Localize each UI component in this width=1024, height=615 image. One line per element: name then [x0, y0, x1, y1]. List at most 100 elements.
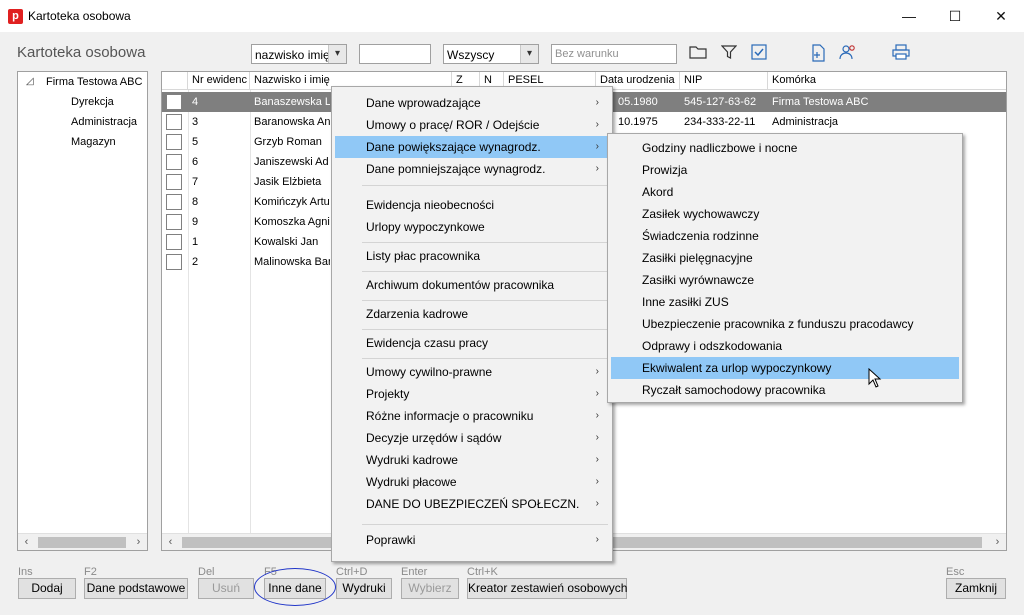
- users-icon[interactable]: [838, 44, 858, 64]
- menu-separator: [362, 185, 608, 186]
- submenu: Godziny nadliczbowe i nocne Prowizja Ako…: [607, 133, 963, 403]
- submenu-item[interactable]: Zasiłki pielęgnacyjne: [611, 247, 959, 269]
- search-field[interactable]: [359, 44, 431, 64]
- close-window-button[interactable]: ✕: [978, 0, 1024, 32]
- row-checkbox[interactable]: [166, 194, 182, 210]
- submenu-item[interactable]: Zasiłek wychowawczy: [611, 203, 959, 225]
- context-menu: Dane wprowadzające › Umowy o pracę/ ROR /…: [331, 86, 613, 562]
- cell-nr: 2: [192, 256, 199, 268]
- menu-item[interactable]: Umowy cywilno-prawne ›: [335, 361, 609, 383]
- filter-icon[interactable]: [719, 44, 739, 64]
- basic-data-button[interactable]: Dane podstawowe: [84, 578, 188, 599]
- tree-item[interactable]: Administracja: [71, 116, 137, 128]
- folder-icon[interactable]: [688, 44, 708, 64]
- menu-item[interactable]: Archiwum dokumentów pracownika: [335, 274, 609, 296]
- menu-item[interactable]: Dane pomniejszające wynagrodz. ›: [335, 158, 609, 180]
- menu-item[interactable]: Ewidencja czasu pracy: [335, 332, 609, 354]
- cell-name: Komoszka Agnie: [254, 216, 330, 228]
- add-button[interactable]: Dodaj: [18, 578, 76, 599]
- column-header-unit[interactable]: Komórka: [768, 72, 1006, 90]
- menu-item[interactable]: Umowy o pracę/ ROR / Odejście ›: [335, 114, 609, 136]
- menu-separator: [362, 271, 608, 272]
- menu-item[interactable]: Poprawki ›: [335, 529, 609, 551]
- menu-item[interactable]: Urlopy wypoczynkowe: [335, 216, 609, 238]
- menu-item[interactable]: Dane wprowadzające ›: [335, 92, 609, 114]
- status-combo[interactable]: Wszyscy ▾: [443, 44, 539, 64]
- collapse-triangle-icon[interactable]: ◿: [26, 76, 34, 87]
- maximize-button[interactable]: ☐: [932, 0, 978, 32]
- menu-item-highlighted[interactable]: Dane powiększające wynagrodz. ›: [335, 136, 609, 158]
- menu-item[interactable]: Zdarzenia kadrowe: [335, 303, 609, 325]
- row-checkbox[interactable]: [166, 134, 182, 150]
- menu-item[interactable]: Różne informacje o pracowniku ›: [335, 405, 609, 427]
- cell-nr: 1: [192, 236, 199, 248]
- submenu-item-highlighted[interactable]: Ekwiwalent za urlop wypoczynkowy: [611, 357, 959, 379]
- menu-item[interactable]: DANE DO UBEZPIECZEŃ SPOŁECZN. ›: [335, 493, 609, 515]
- app-logo-icon: p: [8, 9, 23, 24]
- column-header-nr[interactable]: Nr ewidenc: [188, 72, 250, 90]
- menu-item[interactable]: Wydruki płacowe ›: [335, 471, 609, 493]
- scroll-right-icon[interactable]: ›: [130, 534, 147, 551]
- cell-name: Komińczyk Artur: [254, 196, 330, 208]
- condition-field[interactable]: [551, 44, 677, 64]
- row-checkbox[interactable]: [166, 154, 182, 170]
- scroll-left-icon[interactable]: ‹: [162, 534, 179, 551]
- minimize-button[interactable]: —: [886, 0, 932, 32]
- scroll-thumb[interactable]: [38, 537, 126, 548]
- row-checkbox[interactable]: [166, 114, 182, 130]
- row-checkbox[interactable]: [166, 94, 182, 110]
- cell-name: Malinowska Bar: [254, 256, 330, 268]
- submenu-item[interactable]: Ubezpieczenie pracownika z funduszu prac…: [611, 313, 959, 335]
- column-header-nip[interactable]: NIP: [680, 72, 768, 90]
- condition-input[interactable]: [552, 45, 676, 63]
- scroll-left-icon[interactable]: ‹: [18, 534, 35, 551]
- chevron-down-icon[interactable]: ▾: [520, 45, 538, 63]
- shortcut-label: F2: [84, 566, 97, 578]
- delete-button[interactable]: Usuń: [198, 578, 254, 599]
- cell-name: Baranowska An: [254, 116, 330, 128]
- tree-root-item[interactable]: Firma Testowa ABC: [46, 76, 142, 88]
- report-wizard-button[interactable]: Kreator zestawień osobowych: [467, 578, 627, 599]
- submenu-item[interactable]: Godziny nadliczbowe i nocne: [611, 137, 959, 159]
- submenu-arrow-icon: ›: [595, 388, 599, 399]
- submenu-item[interactable]: Akord: [611, 181, 959, 203]
- menu-item[interactable]: Wydruki kadrowe ›: [335, 449, 609, 471]
- printer-icon[interactable]: [891, 44, 911, 64]
- printouts-button[interactable]: Wydruki: [336, 578, 392, 599]
- cell-nr: 4: [192, 96, 199, 108]
- shortcut-label: Ctrl+K: [467, 566, 498, 578]
- submenu-item[interactable]: Zasiłki wyrównawcze: [611, 269, 959, 291]
- checkbox-icon[interactable]: [749, 44, 769, 64]
- cell-name: Banaszewska L: [254, 96, 330, 108]
- tree-item[interactable]: Magazyn: [71, 136, 116, 148]
- chevron-down-icon[interactable]: ▾: [328, 45, 346, 63]
- export-document-icon[interactable]: [808, 44, 828, 64]
- annotation-circle: [254, 568, 336, 606]
- cell-name: Janiszewski Ad: [254, 156, 329, 168]
- submenu-arrow-icon: ›: [595, 498, 599, 509]
- menu-item[interactable]: Ewidencja nieobecności: [335, 194, 609, 216]
- shortcut-label: Enter: [401, 566, 428, 578]
- submenu-item[interactable]: Inne zasiłki ZUS: [611, 291, 959, 313]
- close-button[interactable]: Zamknij: [946, 578, 1006, 599]
- submenu-item[interactable]: Odprawy i odszkodowania: [611, 335, 959, 357]
- menu-item[interactable]: Projekty ›: [335, 383, 609, 405]
- cell-unit: Administracja: [772, 116, 839, 128]
- tree-horizontal-scrollbar[interactable]: ‹ ›: [18, 533, 147, 550]
- select-button[interactable]: Wybierz: [401, 578, 459, 599]
- menu-item[interactable]: Listy płac pracownika: [335, 245, 609, 267]
- row-checkbox[interactable]: [166, 234, 182, 250]
- menu-separator: [362, 300, 608, 301]
- tree-item[interactable]: Dyrekcja: [71, 96, 114, 108]
- submenu-item[interactable]: Prowizja: [611, 159, 959, 181]
- row-checkbox[interactable]: [166, 214, 182, 230]
- menu-item[interactable]: Decyzje urzędów i sądów ›: [335, 427, 609, 449]
- submenu-item[interactable]: Świadczenia rodzinne: [611, 225, 959, 247]
- row-checkbox[interactable]: [166, 174, 182, 190]
- search-input[interactable]: [360, 45, 430, 63]
- row-checkbox[interactable]: [166, 254, 182, 270]
- shortcut-label: Ins: [18, 566, 33, 578]
- sort-combo[interactable]: nazwisko imię ▾: [251, 44, 347, 64]
- scroll-right-icon[interactable]: ›: [989, 534, 1006, 551]
- submenu-item[interactable]: Ryczałt samochodowy pracownika: [611, 379, 959, 401]
